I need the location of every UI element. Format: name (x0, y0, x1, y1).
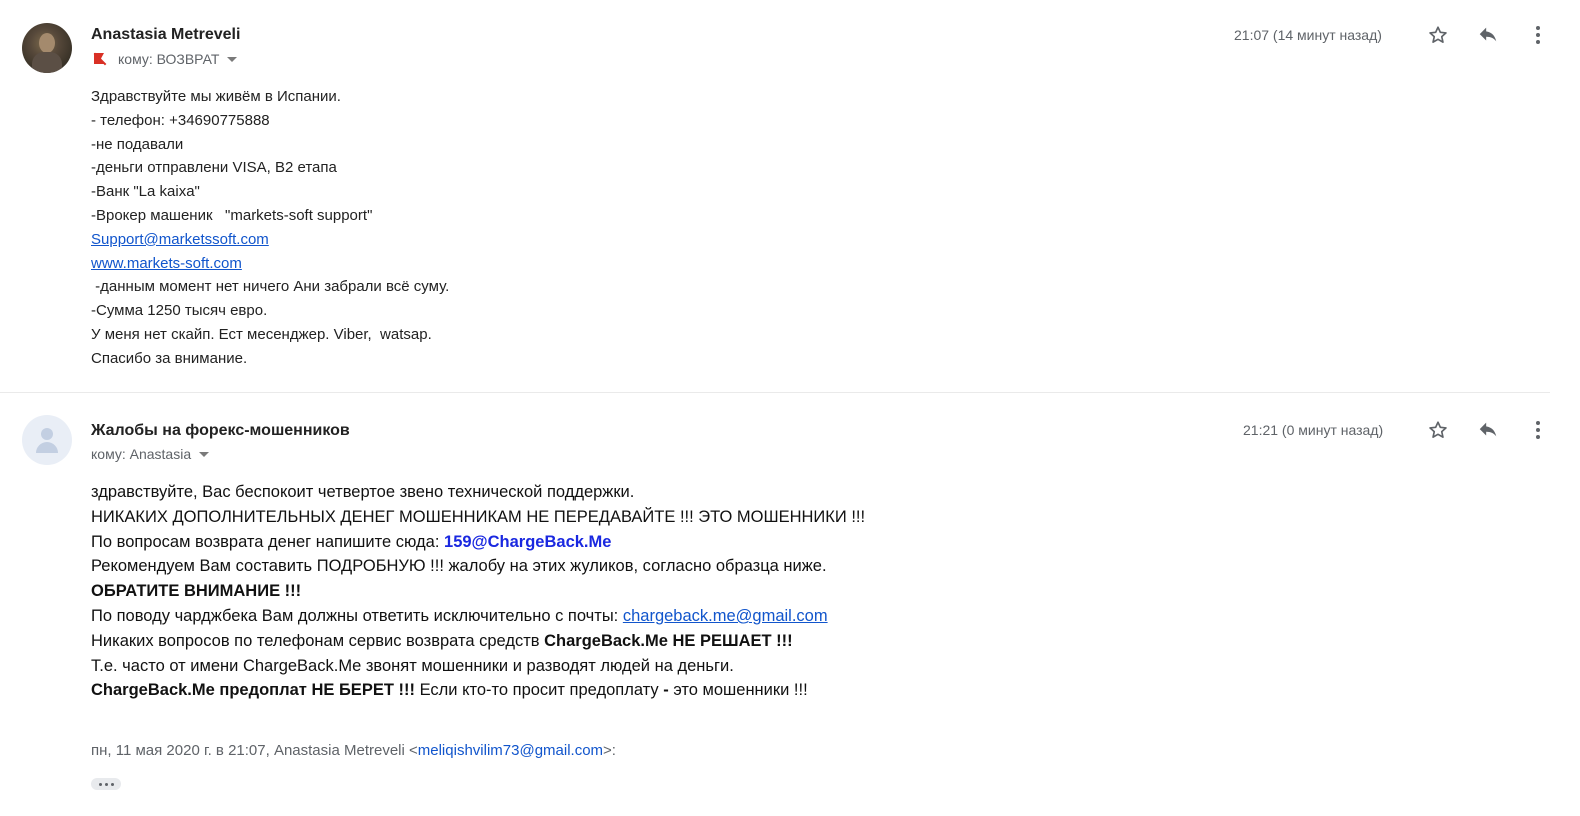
email-message-2: Жалобы на форекс-мошенников кому: Anasta… (0, 393, 1580, 816)
body-line: -Врокер машеник "markets-soft support" (91, 206, 373, 224)
body-line: -не подавали (91, 135, 184, 153)
body-line: У меня нет скайп. Ест месенджер. Viber, … (91, 325, 432, 343)
message-timestamp: 21:07 (14 минут назад) (1234, 27, 1382, 43)
body-line: НИКАКИХ ДОПОЛНИТЕЛЬНЫХ ДЕНЕГ МОШЕННИКАМ … (91, 507, 866, 526)
chargeback-contact-email: 159@ChargeBack.Me (444, 532, 612, 551)
body-line: Спасибо за внимание. (91, 349, 248, 367)
sender-name[interactable]: Anastasia Metreveli (91, 26, 240, 44)
body-line: -Ванк "La kaixa" (91, 183, 200, 201)
body-line: -Сумма 1250 тысяч евро. (91, 302, 268, 320)
chargeback-email-link[interactable]: chargeback.me@gmail.com (623, 607, 828, 625)
recipient-label: кому: ВОЗВРАТ (118, 51, 220, 67)
more-vert-icon[interactable] (1526, 418, 1550, 442)
body-text: По поводу чарджбека Вам должны ответить … (91, 606, 623, 625)
email-message-1: Anastasia Metreveli кому: ВОЗВРАТ 21:07 … (0, 0, 1580, 392)
default-avatar-icon[interactable] (22, 415, 72, 465)
avatar-face (39, 33, 55, 53)
message-timestamp: 21:21 (0 минут назад) (1243, 422, 1384, 438)
reply-icon[interactable] (1476, 23, 1500, 47)
body-line: Никаких вопросов по телефонам сервис воз… (91, 629, 865, 654)
message-body: здравствуйте, Вас беспокоит четвертое зв… (91, 480, 865, 703)
body-line: Здравствуйте мы живём в Испании. (91, 88, 341, 105)
chevron-down-icon[interactable] (227, 56, 238, 62)
body-line: ChargeBack.Me предоплат НЕ БЕРЕТ !!! Есл… (91, 678, 865, 703)
body-bold-text: ChargeBack.Me предоплат НЕ БЕРЕТ !!! (91, 681, 415, 700)
body-line: Т.е. часто от имени ChargeBack.Me звонят… (91, 656, 734, 675)
chevron-down-icon[interactable] (199, 451, 210, 457)
body-bold-text: ChargeBack.Me НЕ РЕШАЕТ !!! (544, 631, 793, 650)
quote-prefix: пн, 11 мая 2020 г. в 21:07, Anastasia Me… (91, 742, 418, 759)
body-text: По вопросам возврата денег напишите сюда… (91, 532, 445, 551)
sender-name[interactable]: Жалобы на форекс-мошенников (91, 422, 350, 440)
recipient-details-toggle[interactable]: кому: Anastasia (91, 446, 210, 462)
quoted-message-header: пн, 11 мая 2020 г. в 21:07, Anastasia Me… (91, 742, 616, 759)
body-line: здравствуйте, Вас беспокоит четвертое зв… (91, 483, 635, 501)
body-line: - телефон: +34690775888 (91, 111, 270, 129)
star-icon[interactable] (1426, 418, 1450, 442)
avatar-head (41, 428, 53, 440)
body-line: ОБРАТИТЕ ВНИМАНИЕ !!! (91, 579, 865, 604)
body-text: Никаких вопросов по телефонам сервис воз… (91, 631, 545, 650)
not-important-flag-icon[interactable] (91, 51, 109, 67)
body-line: По поводу чарджбека Вам должны ответить … (91, 604, 865, 629)
attention-heading: ОБРАТИТЕ ВНИМАНИЕ !!! (91, 582, 302, 601)
body-text: Если кто-то просит предоплату (414, 681, 664, 700)
reply-icon[interactable] (1476, 418, 1500, 442)
body-line: Рекомендуем Вам составить ПОДРОБНУЮ !!! … (91, 557, 827, 576)
quote-suffix: >: (603, 742, 616, 759)
more-vert-icon[interactable] (1526, 23, 1550, 47)
body-text: это мошенники !!! (668, 681, 808, 700)
star-icon[interactable] (1426, 23, 1450, 47)
website-link[interactable]: www.markets-soft.com (91, 255, 242, 272)
avatar-body (32, 52, 62, 73)
support-email-link[interactable]: Support@marketssoft.com (91, 231, 269, 248)
show-trimmed-content-button[interactable] (91, 778, 121, 790)
body-line: -данным момент нет ничего Ани забрали вс… (91, 278, 450, 296)
avatar-shoulders (36, 442, 58, 453)
body-line: По вопросам возврата денег напишите сюда… (91, 530, 865, 555)
body-line: -деньги отправлени VISA, B2 етапа (91, 159, 337, 177)
recipient-details-toggle[interactable]: кому: ВОЗВРАТ (91, 51, 238, 67)
quoted-sender-email-link[interactable]: meliqishvilim73@gmail.com (418, 742, 603, 759)
sender-avatar[interactable] (22, 23, 72, 73)
message-body: Здравствуйте мы живём в Испании. - телеф… (91, 85, 449, 371)
recipient-label: кому: Anastasia (91, 446, 192, 462)
